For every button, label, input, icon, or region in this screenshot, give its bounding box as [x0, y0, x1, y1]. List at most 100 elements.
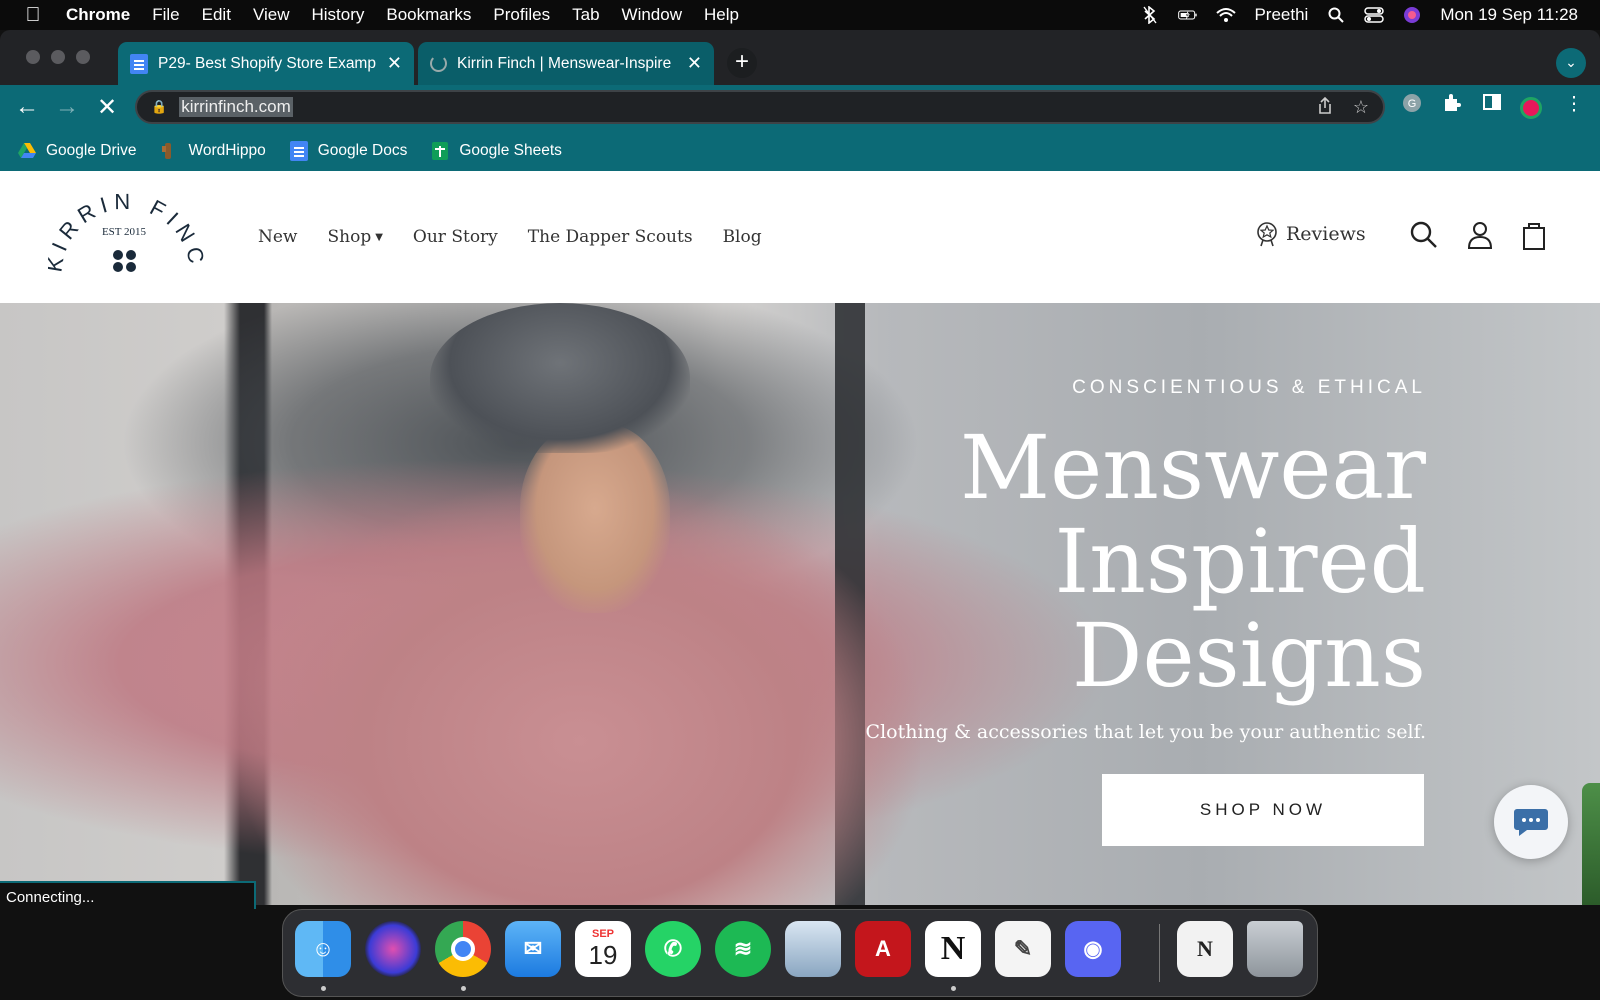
bookmark-label: Google Sheets — [459, 142, 562, 159]
notion-document-icon[interactable]: N — [1177, 921, 1233, 977]
chrome-menu-icon[interactable]: ⋮ — [1560, 93, 1588, 116]
bookmark-google-drive[interactable]: Google Drive — [18, 142, 136, 160]
grammarly-extension-icon[interactable]: G — [1398, 93, 1426, 119]
kirrin-finch-logo[interactable]: KIRRIN FINCH EST 2015 — [48, 191, 204, 287]
bookmark-label: Google Docs — [317, 142, 408, 159]
address-bar[interactable]: 🔒 kirrinfinch.com ☆ — [135, 90, 1385, 124]
spotlight-search-icon[interactable] — [1326, 5, 1346, 25]
bookmark-wordhippo[interactable]: WordHippo — [160, 142, 266, 160]
menu-file[interactable]: File — [152, 5, 179, 25]
reviews-badge-icon — [1257, 222, 1277, 247]
profile-avatar[interactable] — [1520, 97, 1542, 119]
zoom-window-button[interactable] — [76, 50, 90, 64]
whatsapp-icon[interactable]: ✆ — [645, 921, 701, 977]
discord-icon[interactable]: ◉ — [1065, 921, 1121, 977]
bookmark-star-icon[interactable]: ☆ — [1353, 97, 1369, 120]
close-window-button[interactable] — [26, 50, 40, 64]
adobe-acrobat-icon[interactable]: A — [855, 921, 911, 977]
google-sheets-icon — [432, 142, 449, 160]
menu-bookmarks[interactable]: Bookmarks — [386, 5, 471, 25]
browser-toolbar: ← → ✕ 🔒 kirrinfinch.com ☆ G ⋮ — [0, 85, 1600, 131]
loading-spinner-icon — [430, 55, 447, 72]
trash-icon[interactable] — [1247, 921, 1303, 977]
window-traffic-lights — [26, 50, 90, 64]
menu-history[interactable]: History — [311, 5, 364, 25]
macos-menu-bar:  Chrome File Edit View History Bookmark… — [0, 0, 1600, 30]
bookmark-google-docs[interactable]: Google Docs — [289, 141, 408, 161]
control-center-icon[interactable] — [1364, 5, 1385, 25]
siri-icon[interactable] — [365, 921, 421, 977]
tab-title: P29- Best Shopify Store Examp — [158, 54, 376, 72]
nav-shop-label: Shop — [327, 227, 372, 247]
dropdown-caret-icon: ▼ — [375, 232, 383, 243]
finder-icon[interactable]: ☺ — [295, 921, 351, 977]
kirrin-finch-website: KIRRIN FINCH EST 2015 New Shop▼ Our Stor… — [0, 171, 1600, 905]
share-icon[interactable] — [1317, 96, 1333, 120]
chrome-icon[interactable] — [435, 921, 491, 977]
bookmark-label: Google Drive — [46, 142, 137, 159]
back-arrow-icon[interactable]: ← — [12, 93, 42, 121]
nav-our-story[interactable]: Our Story — [413, 227, 498, 247]
menu-datetime[interactable]: Mon 19 Sep 11:28 — [1440, 5, 1578, 25]
spotify-icon[interactable]: ≋ — [715, 921, 771, 977]
preview-icon[interactable] — [785, 921, 841, 977]
wifi-icon[interactable] — [1216, 5, 1237, 25]
reviews-link[interactable]: Reviews — [1256, 221, 1366, 247]
hero-headline-line: Inspired — [1054, 510, 1426, 613]
account-icon[interactable] — [1464, 219, 1496, 251]
nav-blog[interactable]: Blog — [723, 227, 762, 247]
browser-tab-strip: P29- Best Shopify Store Examp ✕ Kirrin F… — [0, 30, 1600, 85]
calendar-day: 19 — [588, 939, 618, 970]
chat-widget-button[interactable] — [1494, 785, 1568, 859]
google-drive-icon — [18, 143, 36, 158]
menu-help[interactable]: Help — [704, 5, 739, 25]
tab-search-button[interactable]: ⌄ — [1556, 48, 1586, 78]
search-icon[interactable] — [1408, 219, 1440, 251]
textedit-icon[interactable]: ✎ — [995, 921, 1051, 977]
notion-icon[interactable]: N — [925, 921, 981, 977]
running-indicator — [951, 986, 956, 991]
bookmark-google-sheets[interactable]: Google Sheets — [431, 142, 562, 160]
nav-shop[interactable]: Shop ▼ — [328, 227, 383, 247]
menu-user-name[interactable]: Preethi — [1254, 5, 1308, 25]
side-panel-icon[interactable] — [1478, 93, 1506, 117]
bookmark-label: WordHippo — [188, 142, 266, 159]
bookmarks-bar: Google Drive WordHippo Google Docs Googl… — [0, 131, 1600, 171]
calendar-icon[interactable]: SEP 19 — [575, 921, 631, 977]
close-tab-icon[interactable]: ✕ — [687, 53, 702, 74]
hero-headline: Menswear Inspired Designs — [866, 421, 1426, 703]
minimize-window-button[interactable] — [51, 50, 65, 64]
apple-menu-icon[interactable]:  — [0, 4, 66, 27]
shop-now-button[interactable]: SHOP NOW — [1102, 774, 1424, 846]
tab-kirrin-finch[interactable]: Kirrin Finch | Menswear-Inspire ✕ — [418, 42, 714, 85]
close-tab-icon[interactable]: ✕ — [387, 53, 402, 74]
hero-eyebrow: CONSCIENTIOUS & ETHICAL — [1072, 377, 1426, 398]
menu-tab[interactable]: Tab — [572, 5, 599, 25]
menu-window[interactable]: Window — [622, 5, 682, 25]
tab-shopify-doc[interactable]: P29- Best Shopify Store Examp ✕ — [118, 42, 414, 85]
stop-loading-icon[interactable]: ✕ — [92, 93, 122, 122]
bluetooth-icon[interactable] — [1140, 5, 1160, 25]
siri-icon[interactable] — [1402, 5, 1422, 25]
url-text[interactable]: kirrinfinch.com — [179, 97, 293, 117]
menu-view[interactable]: View — [253, 5, 290, 25]
menu-profiles[interactable]: Profiles — [493, 5, 550, 25]
nav-new[interactable]: New — [258, 227, 298, 247]
battery-icon[interactable] — [1178, 5, 1198, 25]
shopping-bag-icon[interactable] — [1518, 219, 1550, 251]
hero-plant — [1582, 783, 1600, 905]
nav-dapper-scouts[interactable]: The Dapper Scouts — [528, 227, 693, 247]
forward-arrow-icon[interactable]: → — [52, 93, 82, 121]
menu-app-name[interactable]: Chrome — [66, 5, 130, 25]
wordhippo-icon — [162, 143, 172, 159]
mail-icon[interactable]: ✉ — [505, 921, 561, 977]
calendar-month: SEP — [591, 927, 614, 940]
lock-icon[interactable]: 🔒 — [151, 99, 167, 115]
chat-bubble-icon — [1514, 809, 1548, 836]
new-tab-button[interactable]: + — [727, 48, 757, 78]
svg-text:G: G — [1408, 98, 1417, 110]
menu-edit[interactable]: Edit — [202, 5, 231, 25]
status-bubble: Connecting... — [0, 881, 256, 909]
tab-title: Kirrin Finch | Menswear-Inspire — [457, 54, 672, 72]
extensions-puzzle-icon[interactable] — [1438, 93, 1466, 119]
